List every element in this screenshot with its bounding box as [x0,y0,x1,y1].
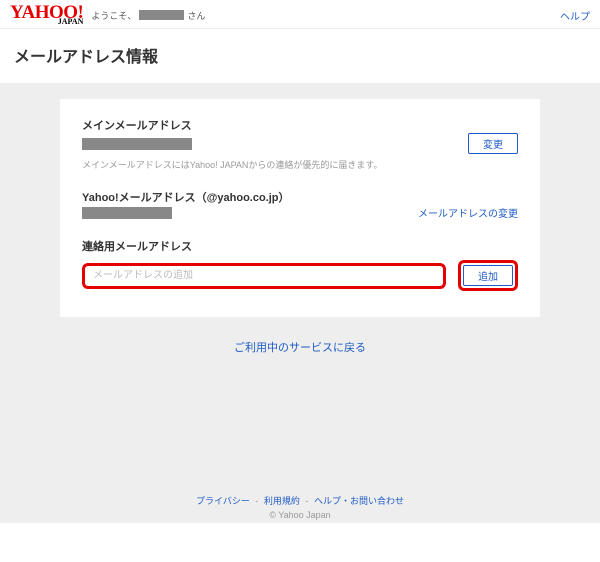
terms-link[interactable]: 利用規約 [264,496,300,506]
main-email-desc: メインメールアドレスにはYahoo! JAPANからの連絡が優先的に届きます。 [82,158,518,171]
greeting-prefix: ようこそ、 [91,9,136,22]
email-panel: メインメールアドレス 変更 メインメールアドレスにはYahoo! JAPANから… [60,99,540,317]
yahoo-email-value-masked [82,207,172,219]
content-area: メインメールアドレス 変更 メインメールアドレスにはYahoo! JAPANから… [0,83,600,523]
yahoo-email-section: Yahoo!メールアドレス（@yahoo.co.jp） メールアドレスの変更 [82,189,518,220]
main-email-section: メインメールアドレス 変更 メインメールアドレスにはYahoo! JAPANから… [82,117,518,171]
change-main-email-button[interactable]: 変更 [468,133,518,154]
help-contact-link[interactable]: ヘルプ・お問い合わせ [314,496,404,506]
footer-sep: - [255,496,258,506]
contact-email-title: 連絡用メールアドレス [82,238,518,254]
header-left: YAHOO! JAPAN ようこそ、 さん [10,6,205,24]
footer-sep: - [305,496,308,506]
back-link-container: ご利用中のサービスに戻る [0,317,600,377]
greeting-suffix: さん [187,9,205,22]
page-title: メールアドレス情報 [0,29,600,83]
main-email-value-masked [82,138,192,150]
yahoo-logo[interactable]: YAHOO! JAPAN [10,6,83,24]
greeting: ようこそ、 さん [91,9,205,22]
add-contact-email-button[interactable]: 追加 [463,265,513,286]
contact-email-section: 連絡用メールアドレス 追加 [82,238,518,291]
change-yahoo-email-link[interactable]: メールアドレスの変更 [418,205,518,220]
footer: プライバシー - 利用規約 - ヘルプ・お問い合わせ © Yahoo Japan [0,494,600,520]
contact-email-input[interactable] [82,263,446,289]
yahoo-email-title: Yahoo!メールアドレス（@yahoo.co.jp） [82,189,518,205]
header: YAHOO! JAPAN ようこそ、 さん ヘルプ [0,0,600,29]
back-to-service-link[interactable]: ご利用中のサービスに戻る [234,342,366,354]
copyright: © Yahoo Japan [0,510,600,520]
add-button-highlight: 追加 [458,260,518,291]
main-email-title: メインメールアドレス [82,117,518,133]
greeting-username-masked [139,10,184,20]
privacy-link[interactable]: プライバシー [196,496,250,506]
help-link[interactable]: ヘルプ [560,8,590,23]
